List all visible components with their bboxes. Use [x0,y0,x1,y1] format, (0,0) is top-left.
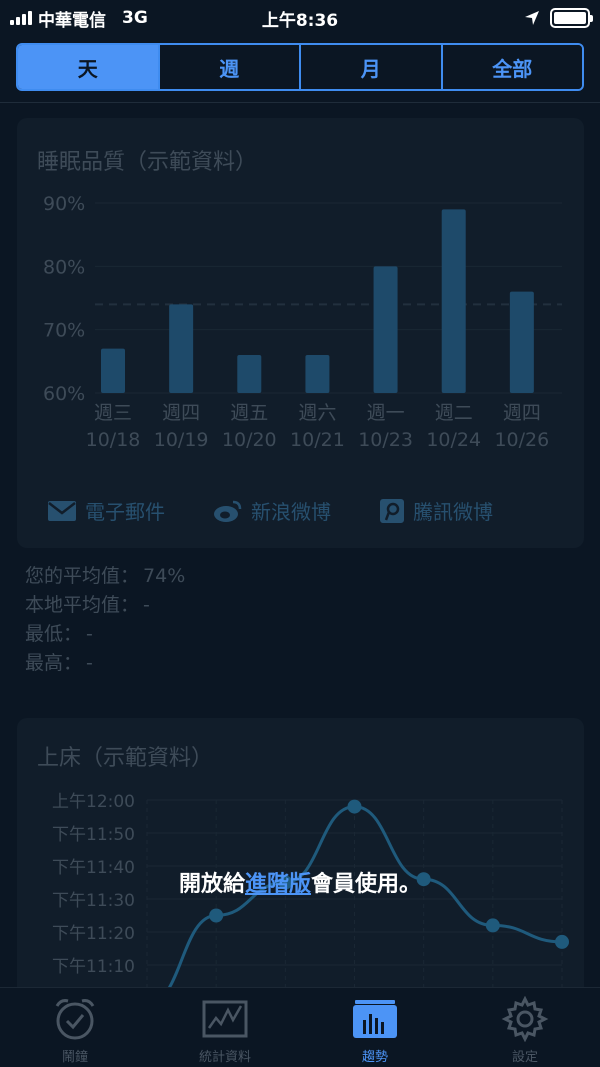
y-tick-label: 70% [43,320,85,342]
x-tick-date: 10/26 [494,429,549,451]
stat-min: 最低： - [25,620,185,649]
statistics-icon [202,1000,248,1038]
tab-settings[interactable]: 設定 [450,988,600,1067]
stat-local-average-label: 本地平均值： [25,594,140,616]
stat-min-value: - [86,623,93,645]
sleep-quality-card: 睡眠品質（示範資料） 90% 80% 70% 60% 週三 10/18 週四 10/19 週五 1… [17,118,584,548]
data-point [347,799,362,814]
sleep-stats: 您的平均值： 74% 本地平均值： - 最低： - 最高： - [25,562,185,678]
bar [305,355,330,393]
premium-link[interactable]: 進階版 [245,872,311,897]
stat-local-average-value: - [143,594,150,616]
status-bar: 中華電信 3G 上午8:36 [0,0,600,36]
trends-icon [353,1000,397,1038]
x-tick-weekday: 週二 [435,402,473,424]
bar [509,291,534,393]
data-point [485,918,500,933]
stat-min-label: 最低： [25,623,83,645]
stat-max-value: - [86,652,93,674]
segment-week[interactable]: 週 [159,45,301,89]
tab-statistics-label: 統計資料 [198,1050,251,1065]
premium-text-before: 開放給 [178,872,245,897]
stat-max: 最高： - [25,649,185,678]
network-type: 3G [122,8,148,28]
share-email-label: 電子郵件 [85,500,165,524]
stat-local-average: 本地平均值： - [25,591,185,620]
y-tick-label: 80% [43,256,85,278]
x-tick-weekday: 週四 [162,402,200,424]
tab-alarm-label: 鬧鐘 [61,1050,88,1065]
x-tick-date: 10/18 [86,429,141,451]
tab-alarm[interactable]: 鬧鐘 [0,988,150,1067]
share-tencent-label: 騰訊微博 [413,500,493,524]
share-row: 電子郵件 新浪微博 騰訊微博 [47,496,493,525]
x-tick-date: 10/23 [358,429,413,451]
segment-all[interactable]: 全部 [442,45,582,89]
status-left: 中華電信 3G [10,6,148,31]
x-tick-date: 10/24 [426,429,481,451]
period-segmented-control: 天 週 月 全部 [16,43,584,91]
x-tick-weekday: 週三 [94,402,132,424]
bar [373,266,398,393]
location-arrow-icon [525,11,539,25]
stat-your-average-label: 您的平均值： [25,565,140,587]
stat-max-label: 最高： [25,652,83,674]
tab-trends-label: 趨勢 [361,1050,388,1065]
tab-bar: 鬧鐘 統計資料 趨勢 設定 [0,987,600,1067]
stat-your-average: 您的平均值： 74% [25,562,185,591]
share-sina-label: 新浪微博 [251,500,331,524]
y-tick-label: 下午11:10 [52,957,135,977]
header-divider [0,102,600,103]
segment-month[interactable]: 月 [301,45,443,89]
premium-message: 開放給進階版會員使用。 [0,866,600,898]
bar [441,209,466,393]
y-tick-label: 90% [43,193,85,215]
y-tick-label: 上午12:00 [52,792,135,812]
tencent-weibo-icon [380,498,404,523]
share-sina-button[interactable]: 新浪微博 [213,496,331,525]
bedtime-card: 上床（示範資料） 上午12:00 下午11:50 下午11:40 下午11:30 下午1… [17,718,584,998]
x-tick-date: 10/19 [154,429,209,451]
status-right [524,8,593,28]
carrier-name: 中華電信 [38,10,106,31]
share-email-button[interactable]: 電子郵件 [47,496,165,525]
x-tick-date: 10/20 [222,429,277,451]
data-point [555,934,569,949]
signal-strength-icon [10,11,32,25]
x-tick-weekday: 週五 [230,402,268,424]
bar [101,348,125,393]
tab-trends[interactable]: 趨勢 [300,988,450,1067]
data-point [209,908,224,923]
stat-your-average-value: 74% [143,565,186,587]
share-tencent-button[interactable]: 騰訊微博 [379,496,493,525]
y-tick-label: 下午11:50 [52,825,135,845]
bar [169,304,194,393]
segment-day[interactable]: 天 [18,45,160,89]
y-tick-label: 60% [43,383,85,405]
bar [237,355,262,393]
sina-weibo-icon [214,500,242,522]
tab-statistics[interactable]: 統計資料 [150,988,300,1067]
x-tick-date: 10/21 [290,429,345,451]
x-tick-weekday: 週四 [503,402,541,424]
tab-settings-label: 設定 [511,1050,538,1065]
y-tick-label: 下午11:20 [52,924,135,944]
x-tick-weekday: 週一 [367,402,405,424]
gear-icon [501,996,549,1042]
alarm-clock-icon [55,999,95,1040]
battery-icon [550,8,593,28]
sleep-quality-chart: 90% 80% 70% 60% 週三 10/18 週四 10/19 週五 10/20 週六 10/21… [43,193,562,451]
premium-text-after: 會員使用。 [311,872,422,897]
x-tick-weekday: 週六 [298,402,336,424]
email-icon [48,500,76,521]
bedtime-chart: 上午12:00下午11:50下午11:40下午11:30下午11:20下午11:… [52,792,569,998]
